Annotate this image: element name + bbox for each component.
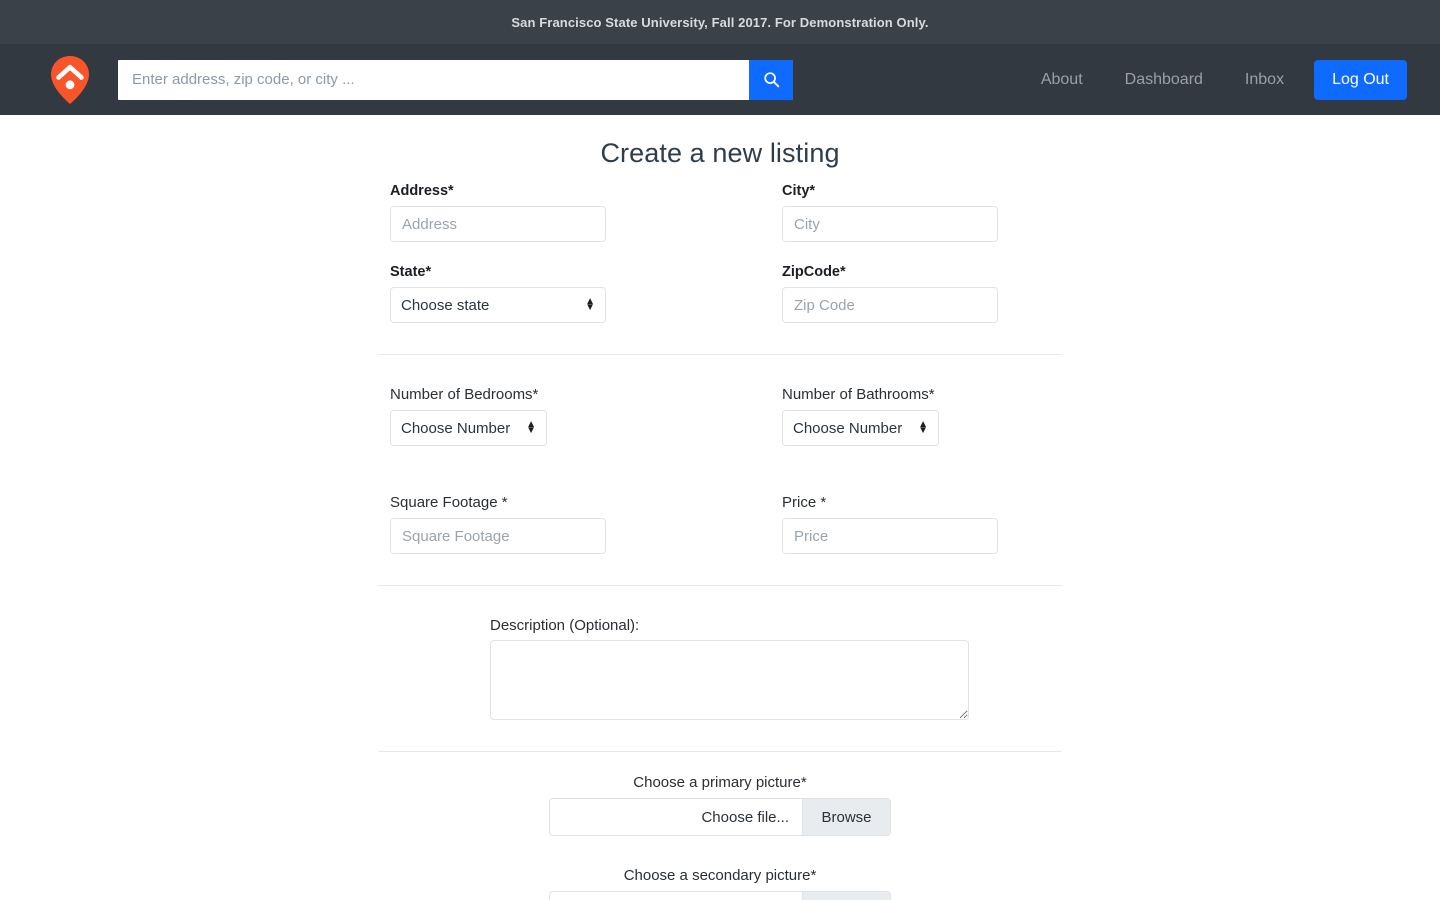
chevron-updown-icon: ▲ ▼ — [918, 419, 928, 436]
description-label: Description (Optional): — [490, 617, 640, 634]
primary-picture-label: Choose a primary picture* — [633, 774, 807, 791]
bedrooms-select[interactable]: Choose Number ▲ ▼ — [390, 410, 547, 446]
square-footage-label: Square Footage * — [390, 494, 508, 511]
search-bar — [118, 59, 793, 100]
bathrooms-select-value: Choose Number — [793, 419, 903, 437]
address-label: Address* — [390, 183, 454, 199]
address-input[interactable] — [390, 206, 606, 242]
field-square-footage: Square Footage * — [378, 494, 720, 554]
nav-link-about[interactable]: About — [1020, 71, 1104, 88]
field-bathrooms: Number of Bathrooms* Choose Number ▲ ▼ — [720, 386, 1062, 446]
nav-link-dashboard[interactable]: Dashboard — [1104, 71, 1224, 88]
secondary-picture-file-input[interactable]: Choose file... Browse — [549, 891, 891, 900]
home-pin-logo-icon[interactable] — [48, 55, 92, 105]
primary-picture-browse-button[interactable]: Browse — [802, 799, 890, 835]
chevron-updown-icon: ▲ ▼ — [585, 296, 595, 313]
form-row-address-city: Address* City* — [378, 183, 1062, 242]
field-zipcode: ZipCode* — [720, 264, 1062, 323]
price-label: Price * — [782, 494, 827, 511]
nav-links: About Dashboard Inbox Log Out — [1020, 59, 1407, 100]
secondary-picture-label: Choose a secondary picture* — [623, 867, 817, 884]
demo-banner-text: San Francisco State University, Fall 201… — [511, 14, 929, 30]
field-state: State* Choose state ▲ ▼ — [378, 264, 720, 323]
field-secondary-picture: Choose a secondary picture* Choose file.… — [378, 867, 1062, 900]
zipcode-input[interactable] — [782, 287, 998, 323]
description-textarea[interactable] — [490, 640, 969, 720]
field-description: Description (Optional): — [378, 617, 1062, 720]
form-row-sqft-price: Square Footage * Price * — [378, 494, 1062, 554]
chevron-updown-icon: ▲ ▼ — [526, 419, 536, 436]
state-label: State* — [390, 264, 432, 280]
search-icon — [763, 72, 779, 88]
page-title: Create a new listing — [600, 138, 840, 168]
field-price: Price * — [720, 494, 1062, 554]
state-select-value: Choose state — [401, 296, 490, 314]
bathrooms-select[interactable]: Choose Number ▲ ▼ — [782, 410, 939, 446]
field-address: Address* — [378, 183, 720, 242]
main-navbar: About Dashboard Inbox Log Out — [0, 44, 1440, 115]
square-footage-input[interactable] — [390, 518, 606, 554]
primary-picture-file-input[interactable]: Choose file... Browse — [549, 798, 891, 836]
form-row-bedrooms-bathrooms: Number of Bedrooms* Choose Number ▲ ▼ Num… — [378, 386, 1062, 446]
create-listing-form: Address* City* State* Choose state ▲▼ Zi… — [378, 169, 1062, 900]
field-primary-picture: Choose a primary picture* Choose file...… — [378, 774, 1062, 836]
secondary-picture-browse-button[interactable]: Browse — [802, 892, 890, 900]
field-bedrooms: Number of Bedrooms* Choose Number ▲ ▼ — [378, 386, 720, 446]
city-label: City* — [782, 183, 816, 199]
state-select[interactable]: Choose state ▲ ▼ — [390, 287, 606, 323]
city-input[interactable] — [782, 206, 998, 242]
bathrooms-label: Number of Bathrooms* — [782, 386, 935, 403]
search-input[interactable] — [118, 59, 749, 100]
zipcode-label: ZipCode* — [782, 264, 846, 280]
field-city: City* — [720, 183, 1062, 242]
primary-picture-file-text: Choose file... — [701, 808, 789, 826]
logout-button[interactable]: Log Out — [1314, 59, 1407, 100]
nav-link-inbox[interactable]: Inbox — [1224, 71, 1305, 88]
price-input[interactable] — [782, 518, 998, 554]
demo-banner: San Francisco State University, Fall 201… — [0, 0, 1440, 44]
secondary-picture-file-text: Choose file... — [550, 892, 802, 900]
bedrooms-label: Number of Bedrooms* — [390, 386, 539, 403]
search-button[interactable] — [749, 59, 793, 100]
bedrooms-select-value: Choose Number — [401, 419, 511, 437]
form-row-state-zip: State* Choose state ▲ ▼ ZipCode* — [378, 264, 1062, 323]
